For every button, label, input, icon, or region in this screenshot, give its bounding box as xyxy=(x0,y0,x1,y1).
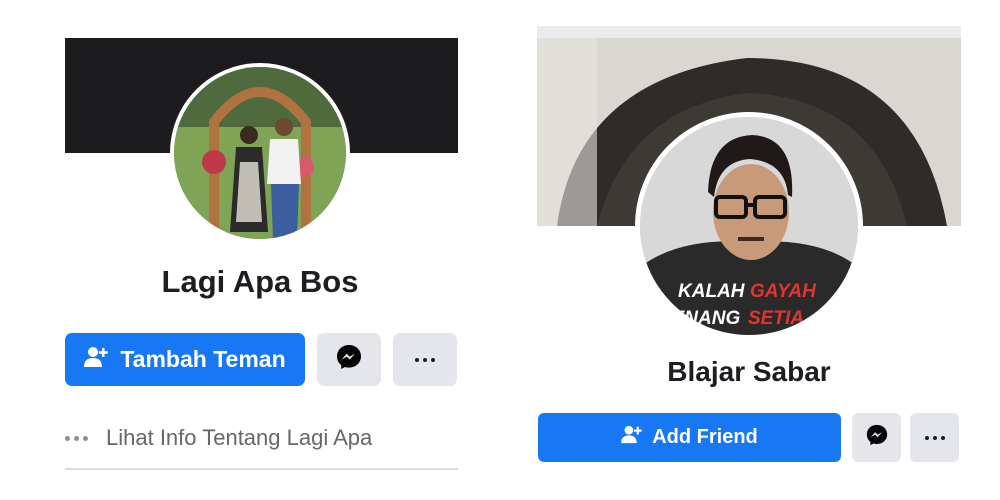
more-options-button[interactable] xyxy=(910,413,959,462)
divider xyxy=(65,468,458,470)
profile-avatar[interactable] xyxy=(170,63,350,243)
profile-card-left: Lagi Apa Bos Tambah Teman Lihat Info Ten… xyxy=(0,0,520,500)
avatar-caption-text: TENANG xyxy=(660,308,740,329)
profile-card-right: KALAH GAYAH TENANG SETIA Blajar Sabar Ad… xyxy=(520,0,1000,500)
avatar-caption-text: KALAH xyxy=(678,281,746,302)
add-friend-button[interactable]: Tambah Teman xyxy=(65,333,305,386)
add-friend-icon xyxy=(84,346,109,374)
profile-name: Lagi Apa Bos xyxy=(161,264,359,299)
messenger-icon xyxy=(336,344,362,375)
add-friend-label: Tambah Teman xyxy=(120,346,286,372)
top-bar xyxy=(537,26,961,38)
messenger-icon xyxy=(866,424,888,451)
see-about-info-label: Lihat Info Tentang Lagi Apa xyxy=(106,425,373,450)
add-friend-label: Add Friend xyxy=(652,426,758,448)
info-dots-icon xyxy=(65,435,88,441)
profile-avatar[interactable]: KALAH GAYAH TENANG SETIA xyxy=(635,112,863,340)
more-options-button[interactable] xyxy=(393,333,457,386)
profile-name: Blajar Sabar xyxy=(667,356,831,387)
more-options-icon xyxy=(924,435,945,440)
more-options-icon xyxy=(415,357,435,362)
add-friend-button[interactable]: Add Friend xyxy=(538,413,841,462)
add-friend-icon xyxy=(621,425,642,450)
message-button[interactable] xyxy=(317,333,381,386)
message-button[interactable] xyxy=(852,413,901,462)
see-about-info-link[interactable]: Lihat Info Tentang Lagi Apa xyxy=(65,420,458,456)
avatar-caption-text: SETIA xyxy=(748,308,804,329)
avatar-caption-text: GAYAH xyxy=(750,281,817,302)
